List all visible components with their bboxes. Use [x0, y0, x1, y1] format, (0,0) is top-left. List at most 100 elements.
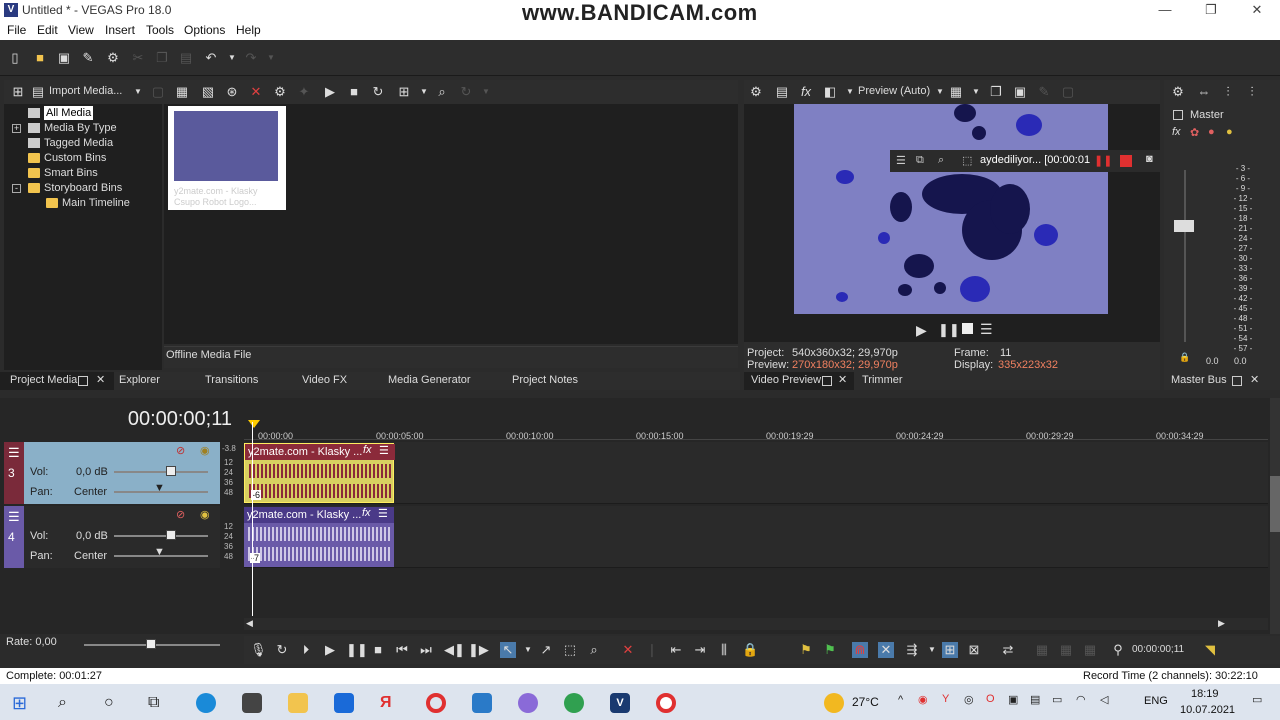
refresh-icon[interactable]: ↻ — [458, 84, 474, 100]
chrome-icon[interactable] — [564, 693, 584, 713]
ripple-edit-icon[interactable]: ⇶ — [904, 642, 920, 658]
stop-media-icon[interactable]: ■ — [346, 84, 362, 100]
disabled-tool-icon[interactable]: ▦ — [1058, 642, 1074, 658]
vertical-scroll-thumb[interactable] — [1270, 476, 1280, 532]
views-icon[interactable]: ⊞ — [396, 84, 412, 100]
undock-icon[interactable] — [1232, 376, 1242, 386]
collapse-storyboard-icon[interactable]: - — [12, 184, 21, 193]
snapping-icon[interactable]: ⋒ — [852, 642, 868, 658]
master-fader-handle[interactable] — [1174, 220, 1194, 232]
tray-chevron-icon[interactable]: ^ — [898, 694, 903, 706]
audio-clip[interactable]: y2mate.com - Klasky ... fx ☰ -6 — [244, 443, 395, 503]
settings-gear-icon[interactable]: ⚙ — [105, 50, 121, 66]
track-header-4[interactable]: ☰ 4 ⊘ ◉ Vol: 0,0 dB Pan: Center ▼ — [4, 506, 220, 568]
video-fx-icon[interactable]: fx — [798, 84, 814, 100]
clock-time[interactable]: 18:19 — [1191, 688, 1219, 700]
clock-date[interactable]: 10.07.2021 — [1180, 704, 1235, 716]
tab-explorer[interactable]: Explorer — [119, 374, 160, 386]
tray-steam-icon[interactable]: ◎ — [964, 693, 974, 706]
remove-media-icon[interactable]: ✕ — [248, 84, 264, 100]
redo-dropdown-icon[interactable]: ▼ — [263, 50, 279, 66]
yandex-icon[interactable]: Я — [380, 693, 400, 713]
clip-fx-icon[interactable]: fx — [363, 444, 372, 456]
remove-unused-icon[interactable]: ▧ — [200, 84, 216, 100]
next-frame-icon[interactable]: ❚▶ — [468, 642, 489, 658]
trim-end-icon[interactable]: ⇥ — [692, 642, 708, 658]
master-fx-icon[interactable]: fx — [1172, 126, 1181, 138]
edit-tool-dropdown-icon[interactable]: ▼ — [520, 642, 536, 658]
volume-icon[interactable]: ◁ — [1100, 693, 1108, 706]
cursor-position-icon[interactable]: ⚲ — [1110, 642, 1126, 658]
track-menu-icon[interactable]: ☰ — [8, 445, 20, 461]
cut-icon[interactable]: ✂ — [130, 50, 146, 66]
track-solo-icon[interactable]: ◉ — [200, 444, 210, 457]
selection-tool-icon[interactable]: ⬚ — [562, 642, 578, 658]
clip-menu-icon[interactable]: ☰ — [378, 507, 388, 520]
language-indicator[interactable]: ENG — [1144, 695, 1168, 707]
network-icon[interactable]: ▭ — [1052, 693, 1062, 706]
preview-settings-icon[interactable]: ⚙ — [748, 84, 764, 100]
track-menu-icon[interactable]: ☰ — [8, 509, 20, 525]
auto-crossfade-icon[interactable]: ✕ — [878, 642, 894, 658]
zoom-tool-icon[interactable]: ⌕ — [586, 642, 602, 658]
edit-icon[interactable]: ✎ — [1036, 84, 1052, 100]
lock-icon[interactable]: 🔒 — [1179, 352, 1190, 363]
tab-transitions[interactable]: Transitions — [205, 374, 258, 386]
app-icon[interactable] — [472, 693, 492, 713]
tab-media-generator[interactable]: Media Generator — [388, 374, 471, 386]
tray-opera-icon[interactable]: O — [986, 693, 995, 705]
pause-recording-icon[interactable]: ❚❚ — [1094, 154, 1112, 167]
close-tab-icon[interactable]: ✕ — [838, 373, 847, 386]
undo-icon[interactable]: ↶ — [203, 50, 219, 66]
mixer-icon[interactable]: ⫶ — [1220, 84, 1236, 100]
mute-icon[interactable]: ● — [1208, 126, 1215, 138]
go-to-end-icon[interactable]: ⏭ — [418, 642, 434, 658]
tab-master-bus[interactable]: Master Bus — [1171, 374, 1227, 386]
ripple-dropdown-icon[interactable]: ▼ — [924, 642, 940, 658]
envelope-tool-icon[interactable]: ↗ — [538, 642, 554, 658]
stop-recording-icon[interactable] — [1120, 155, 1132, 167]
insert-marker-icon[interactable]: ⚑ — [798, 642, 814, 658]
menu-edit[interactable]: Edit — [37, 23, 58, 37]
preview-pause-icon[interactable]: ❚❚ — [938, 322, 960, 338]
lock-envelopes-icon[interactable]: 🔒 — [742, 642, 758, 658]
menu-tools[interactable]: Tools — [146, 23, 174, 37]
preview-play-icon[interactable]: ▶ — [916, 322, 927, 339]
open-folder-icon[interactable]: ■ — [32, 50, 48, 66]
preview-device-icon[interactable]: ▤ — [774, 84, 790, 100]
new-file-icon[interactable]: ▯ — [7, 50, 23, 66]
close-tab-icon[interactable]: ✕ — [96, 373, 105, 386]
replace-icon[interactable]: ⊛ — [224, 84, 240, 100]
vol-slider-handle[interactable] — [166, 530, 176, 540]
external-icon[interactable]: ▢ — [1060, 84, 1076, 100]
tray-yandex-icon[interactable]: Y — [942, 693, 949, 705]
master-checkbox[interactable] — [1173, 110, 1183, 120]
media-fx-icon[interactable]: ✦ — [296, 84, 312, 100]
save-snapshot-icon[interactable]: ▣ — [1012, 84, 1028, 100]
normal-edit-tool-icon[interactable]: ↖ — [500, 642, 516, 658]
scroll-right-icon[interactable]: ▶ — [1218, 618, 1225, 629]
minimize-button[interactable]: — — [1142, 0, 1188, 20]
menu-insert[interactable]: Insert — [105, 23, 135, 37]
split-screen-icon[interactable]: ◧ — [822, 84, 838, 100]
audio-clip[interactable]: y2mate.com - Klasky ... fx ☰ -7 — [244, 507, 394, 567]
tab-video-preview[interactable]: Video Preview — [751, 374, 821, 386]
tree-item-all-media[interactable]: All Media — [44, 106, 94, 120]
previous-frame-icon[interactable]: ◀❚ — [444, 642, 465, 658]
pan-slider-handle[interactable]: ▼ — [154, 546, 165, 558]
go-to-start-icon[interactable]: ⏮ — [394, 642, 410, 658]
tab-project-notes[interactable]: Project Notes — [512, 374, 578, 386]
track-solo-icon[interactable]: ◉ — [200, 508, 210, 521]
vegas-taskbar-icon[interactable]: V — [610, 693, 630, 713]
copy-snapshot-icon[interactable]: ❐ — [988, 84, 1004, 100]
record-icon[interactable]: 🎙 — [250, 642, 267, 658]
tray-app-icon[interactable]: ▣ — [1008, 693, 1018, 706]
media-properties-icon[interactable]: ⚙ — [272, 84, 288, 100]
tree-item-media-by-type[interactable]: Media By Type — [44, 121, 117, 135]
selection-end-icon[interactable]: ◥ — [1202, 642, 1218, 658]
wifi-icon[interactable]: ◠ — [1076, 693, 1086, 706]
rate-slider-handle[interactable] — [146, 639, 156, 649]
media-view-icon[interactable]: ⊞ — [10, 84, 26, 100]
preview-quality-dropdown[interactable]: Preview (Auto) — [858, 85, 930, 97]
clip-menu-icon[interactable]: ☰ — [379, 444, 389, 457]
